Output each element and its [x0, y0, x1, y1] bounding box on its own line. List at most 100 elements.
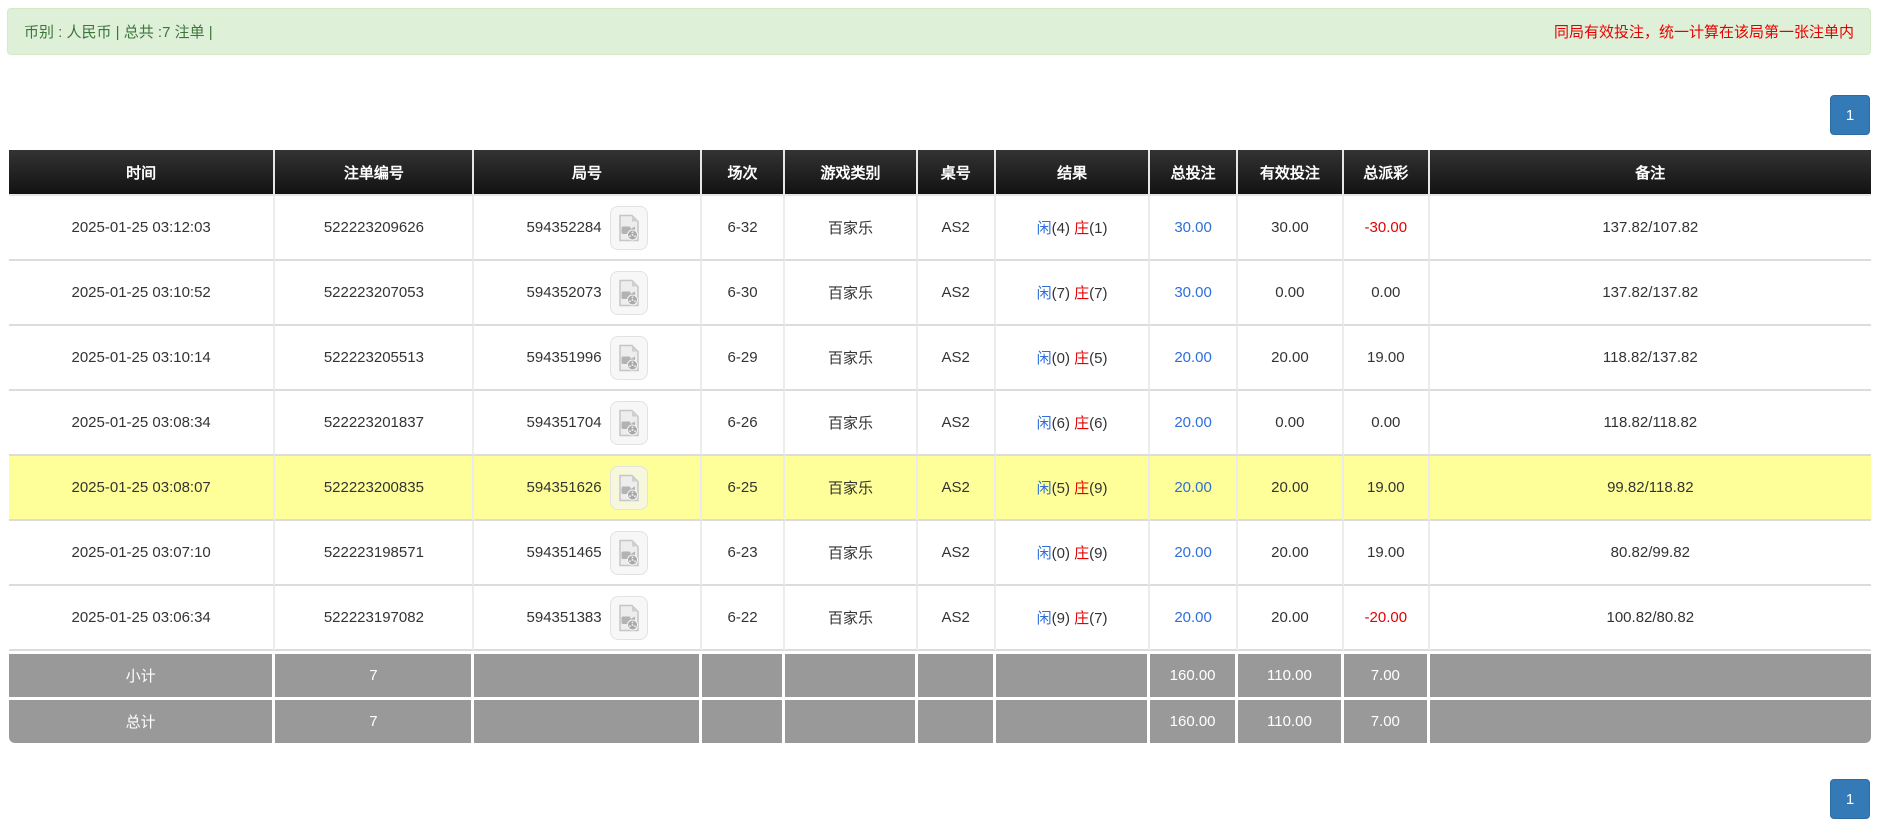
cell-result: 闲(0) 庄(9)	[996, 521, 1151, 586]
video-replay-button[interactable]	[610, 206, 648, 250]
result-player-label: 闲	[1037, 415, 1052, 432]
cell-game-type: 百家乐	[785, 326, 917, 391]
result-banker-label: 庄	[1074, 285, 1089, 302]
cell-payout: -30.00	[1344, 196, 1430, 261]
video-replay-icon	[617, 604, 641, 632]
video-replay-button[interactable]	[610, 466, 648, 510]
cell-time: 2025-01-25 03:08:07	[9, 456, 275, 521]
cell-result: 闲(9) 庄(7)	[996, 586, 1151, 651]
column-header-game-type: 游戏类别	[785, 150, 917, 196]
cell-valid-bet: 20.00	[1238, 456, 1344, 521]
cell-round-id: 594351704	[474, 391, 701, 456]
cell-session: 6-22	[702, 586, 786, 651]
cell-total-bet: 20.00	[1150, 326, 1238, 391]
total-valid-bet: 110.00	[1238, 697, 1344, 743]
column-header-time: 时间	[9, 150, 275, 196]
result-banker-score: (5)	[1089, 350, 1107, 367]
column-header-round-id: 局号	[474, 150, 701, 196]
video-replay-button[interactable]	[610, 401, 648, 445]
cell-bet-id: 522223207053	[275, 261, 474, 326]
cell-session: 6-25	[702, 456, 786, 521]
subtotal-payout: 7.00	[1344, 651, 1430, 697]
cell-total-bet: 20.00	[1150, 586, 1238, 651]
result-player-score: (5)	[1052, 480, 1070, 497]
cell-total-bet: 30.00	[1150, 261, 1238, 326]
subtotal-count: 7	[275, 651, 474, 697]
total-label: 总计	[9, 697, 275, 743]
cell-time: 2025-01-25 03:12:03	[9, 196, 275, 261]
video-replay-icon	[617, 409, 641, 437]
column-header-valid-bet: 有效投注	[1238, 150, 1344, 196]
cell-table-id: AS2	[918, 456, 996, 521]
round-id-text: 594352284	[527, 219, 602, 236]
cell-time: 2025-01-25 03:06:34	[9, 586, 275, 651]
result-banker-score: (9)	[1089, 480, 1107, 497]
cell-game-type: 百家乐	[785, 261, 917, 326]
result-banker-score: (7)	[1089, 610, 1107, 627]
result-banker-score: (1)	[1089, 220, 1107, 237]
round-id-text: 594351996	[527, 349, 602, 366]
total-count: 7	[275, 697, 474, 743]
cell-time: 2025-01-25 03:10:52	[9, 261, 275, 326]
video-replay-icon	[617, 344, 641, 372]
cell-session: 6-29	[702, 326, 786, 391]
video-replay-button[interactable]	[610, 596, 648, 640]
table-row: 2025-01-25 03:08:07 522223200835 5943516…	[9, 456, 1871, 521]
cell-game-type: 百家乐	[785, 586, 917, 651]
result-player-score: (0)	[1052, 545, 1070, 562]
cell-payout: 19.00	[1344, 326, 1430, 391]
cell-valid-bet: 0.00	[1238, 261, 1344, 326]
result-player-label: 闲	[1037, 610, 1052, 627]
column-header-payout: 总派彩	[1344, 150, 1430, 196]
cell-session: 6-23	[702, 521, 786, 586]
cell-result: 闲(4) 庄(1)	[996, 196, 1151, 261]
cell-bet-id: 522223201837	[275, 391, 474, 456]
table-row: 2025-01-25 03:12:03 522223209626 5943522…	[9, 196, 1871, 261]
cell-valid-bet: 30.00	[1238, 196, 1344, 261]
cell-table-id: AS2	[918, 521, 996, 586]
pagination-page-1-top[interactable]: 1	[1830, 95, 1870, 135]
cell-table-id: AS2	[918, 391, 996, 456]
cell-round-id: 594351383	[474, 586, 701, 651]
cell-remark: 137.82/137.82	[1430, 261, 1871, 326]
pagination-page-1-bottom[interactable]: 1	[1830, 779, 1870, 819]
cell-remark: 118.82/118.82	[1430, 391, 1871, 456]
result-banker-label: 庄	[1074, 350, 1089, 367]
result-player-label: 闲	[1037, 350, 1052, 367]
result-player-score: (9)	[1052, 610, 1070, 627]
video-replay-button[interactable]	[610, 531, 648, 575]
table-row: 2025-01-25 03:07:10 522223198571 5943514…	[9, 521, 1871, 586]
video-replay-button[interactable]	[610, 336, 648, 380]
video-replay-icon	[617, 474, 641, 502]
cell-bet-id: 522223205513	[275, 326, 474, 391]
cell-remark: 118.82/137.82	[1430, 326, 1871, 391]
column-header-remark: 备注	[1430, 150, 1871, 196]
column-header-result: 结果	[996, 150, 1151, 196]
total-payout: 7.00	[1344, 697, 1430, 743]
subtotal-valid-bet: 110.00	[1238, 651, 1344, 697]
video-replay-button[interactable]	[610, 271, 648, 315]
cell-game-type: 百家乐	[785, 521, 917, 586]
result-player-score: (0)	[1052, 350, 1070, 367]
result-banker-label: 庄	[1074, 480, 1089, 497]
cell-bet-id: 522223209626	[275, 196, 474, 261]
round-id-text: 594351626	[527, 479, 602, 496]
cell-session: 6-26	[702, 391, 786, 456]
cell-time: 2025-01-25 03:08:34	[9, 391, 275, 456]
cell-payout: 0.00	[1344, 391, 1430, 456]
result-banker-label: 庄	[1074, 415, 1089, 432]
cell-table-id: AS2	[918, 261, 996, 326]
cell-round-id: 594351626	[474, 456, 701, 521]
cell-result: 闲(0) 庄(5)	[996, 326, 1151, 391]
result-player-score: (4)	[1052, 220, 1070, 237]
result-player-score: (6)	[1052, 415, 1070, 432]
cell-valid-bet: 0.00	[1238, 391, 1344, 456]
cell-bet-id: 522223200835	[275, 456, 474, 521]
result-player-label: 闲	[1037, 480, 1052, 497]
cell-game-type: 百家乐	[785, 196, 917, 261]
cell-table-id: AS2	[918, 196, 996, 261]
round-id-text: 594351704	[527, 414, 602, 431]
bet-records-table: 时间 注单编号 局号 场次 游戏类别 桌号 结果 总投注 有效投注 总派彩 备注…	[9, 150, 1871, 743]
cell-total-bet: 20.00	[1150, 391, 1238, 456]
total-row: 总计 7 160.00 110.00 7.00	[9, 697, 1871, 743]
